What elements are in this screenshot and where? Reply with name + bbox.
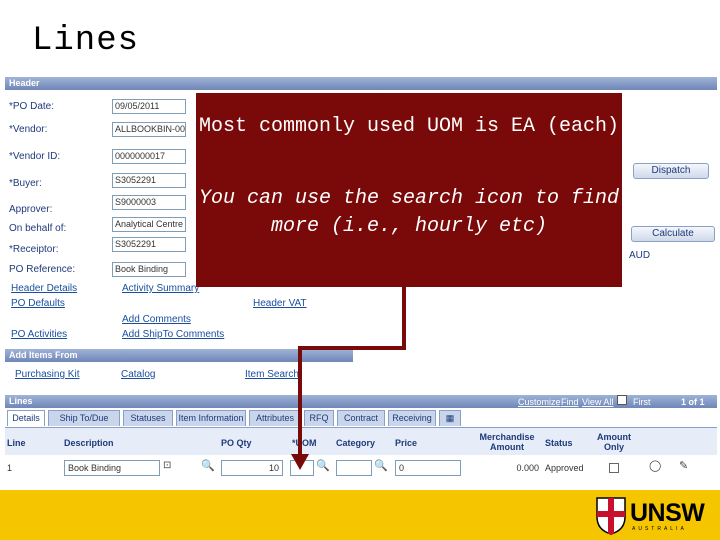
vendor-label: *Vendor: xyxy=(9,124,48,135)
receiptor-label: *Receiptor: xyxy=(9,244,59,255)
amount-only-checkbox[interactable] xyxy=(609,463,619,473)
approver-field[interactable]: S9000003 xyxy=(112,195,186,210)
expand-icon[interactable]: ⊡ xyxy=(163,460,171,471)
comment-icon[interactable]: ◯ xyxy=(649,459,661,472)
tab-rfq[interactable]: RFQ xyxy=(304,410,334,426)
first-label[interactable]: First xyxy=(633,397,651,407)
uom-callout: Most commonly used UOM is EA (each) You … xyxy=(196,93,622,287)
pager-label: 1 of 1 xyxy=(681,397,705,407)
col-line: Line xyxy=(7,438,26,448)
price-input[interactable]: 0 xyxy=(395,460,461,476)
tab-ship-to-due-date[interactable]: Ship To/Due Date xyxy=(48,410,120,438)
col-po-qty: PO Qty xyxy=(221,438,252,448)
po-qty-input[interactable]: 10 xyxy=(221,460,283,476)
view-all-link[interactable]: View All xyxy=(582,397,613,407)
crest-icon xyxy=(596,497,626,535)
on-behalf-of-field[interactable]: Analytical Centre xyxy=(112,217,186,232)
col-amount-only: Amount Only xyxy=(597,432,631,452)
col-uom: *UOM xyxy=(292,438,317,448)
show-all-columns-icon[interactable]: ▦ xyxy=(439,410,461,426)
unsw-logo: UNSW AUSTRALIA xyxy=(596,497,714,537)
on-behalf-of-label: On behalf of: xyxy=(9,223,67,234)
add-ship-to-comments-link[interactable]: Add ShipTo Comments xyxy=(122,329,224,340)
col-price: Price xyxy=(395,438,418,448)
schedule-icon[interactable]: ✎ xyxy=(679,459,688,472)
col-description: Description xyxy=(64,438,114,448)
line-number: 1 xyxy=(7,463,13,473)
tab-attributes[interactable]: Attributes xyxy=(249,410,301,426)
po-defaults-link[interactable]: PO Defaults xyxy=(11,298,65,309)
add-comments-link[interactable]: Add Comments xyxy=(122,314,191,325)
uom-search-icon[interactable]: 🔍 xyxy=(316,459,330,472)
status-value: Approved xyxy=(545,463,584,473)
vendor-id-field[interactable]: 0000000017 xyxy=(112,149,186,164)
purchasing-kit-link[interactable]: Purchasing Kit xyxy=(15,369,79,380)
currency-label: AUD xyxy=(629,250,651,261)
header-details-link[interactable]: Header Details xyxy=(11,283,77,294)
lines-label: Lines xyxy=(9,396,33,406)
po-date-field[interactable]: 09/05/2011 xyxy=(112,99,186,114)
callout-line1: Most commonly used UOM is EA (each) xyxy=(198,115,620,138)
calculate-button[interactable]: Calculate xyxy=(631,226,715,242)
unsw-subtext: AUSTRALIA xyxy=(632,526,687,532)
item-search-link[interactable]: Item Search xyxy=(245,369,299,380)
slide-title: Lines xyxy=(32,22,140,60)
vendor-field[interactable]: ALLBOOKBIN-001 xyxy=(112,122,186,137)
tab-statuses[interactable]: Statuses xyxy=(123,410,173,426)
activity-summary-link[interactable]: Activity Summary xyxy=(122,283,199,294)
merchandise-amount-value: 0.000 xyxy=(516,463,539,473)
customize-link[interactable]: Customize xyxy=(518,397,561,407)
tab-contract[interactable]: Contract xyxy=(337,410,385,426)
col-status: Status xyxy=(545,438,573,448)
uom-input[interactable] xyxy=(290,460,314,476)
description-input[interactable]: Book Binding xyxy=(64,460,160,476)
tab-details[interactable]: Details xyxy=(7,410,45,426)
tab-receiving[interactable]: Receiving xyxy=(388,410,436,426)
grid-icon[interactable] xyxy=(617,395,627,405)
buyer-label: *Buyer: xyxy=(9,178,42,189)
col-category: Category xyxy=(336,438,376,448)
buyer-field[interactable]: S3052291 xyxy=(112,173,186,188)
add-items-section-bar[interactable]: Add Items From xyxy=(5,349,353,362)
po-reference-field[interactable]: Book Binding xyxy=(112,262,186,277)
find-link[interactable]: Find xyxy=(561,397,579,407)
header-section-bar[interactable]: Header xyxy=(5,77,717,90)
catalog-link[interactable]: Catalog xyxy=(121,369,155,380)
dispatch-button[interactable]: Dispatch xyxy=(633,163,709,179)
po-activities-link[interactable]: PO Activities xyxy=(11,329,67,340)
category-search-icon[interactable]: 🔍 xyxy=(374,459,388,472)
col-merchandise-amount: Merchandise Amount xyxy=(479,432,535,452)
receiptor-field[interactable]: S3052291 xyxy=(112,237,186,252)
callout-line2: You can use the search icon to find more… xyxy=(198,187,620,238)
category-input[interactable] xyxy=(336,460,372,476)
po-date-label: *PO Date: xyxy=(9,101,55,112)
header-vat-link[interactable]: Header VAT xyxy=(253,298,307,309)
approver-label: Approver: xyxy=(9,204,53,215)
vendor-id-label: *Vendor ID: xyxy=(9,151,61,162)
unsw-wordmark: UNSW xyxy=(630,499,705,527)
tab-item-information[interactable]: Item Information xyxy=(176,410,246,426)
item-search-icon[interactable]: 🔍 xyxy=(201,459,215,472)
po-reference-label: PO Reference: xyxy=(9,264,76,275)
